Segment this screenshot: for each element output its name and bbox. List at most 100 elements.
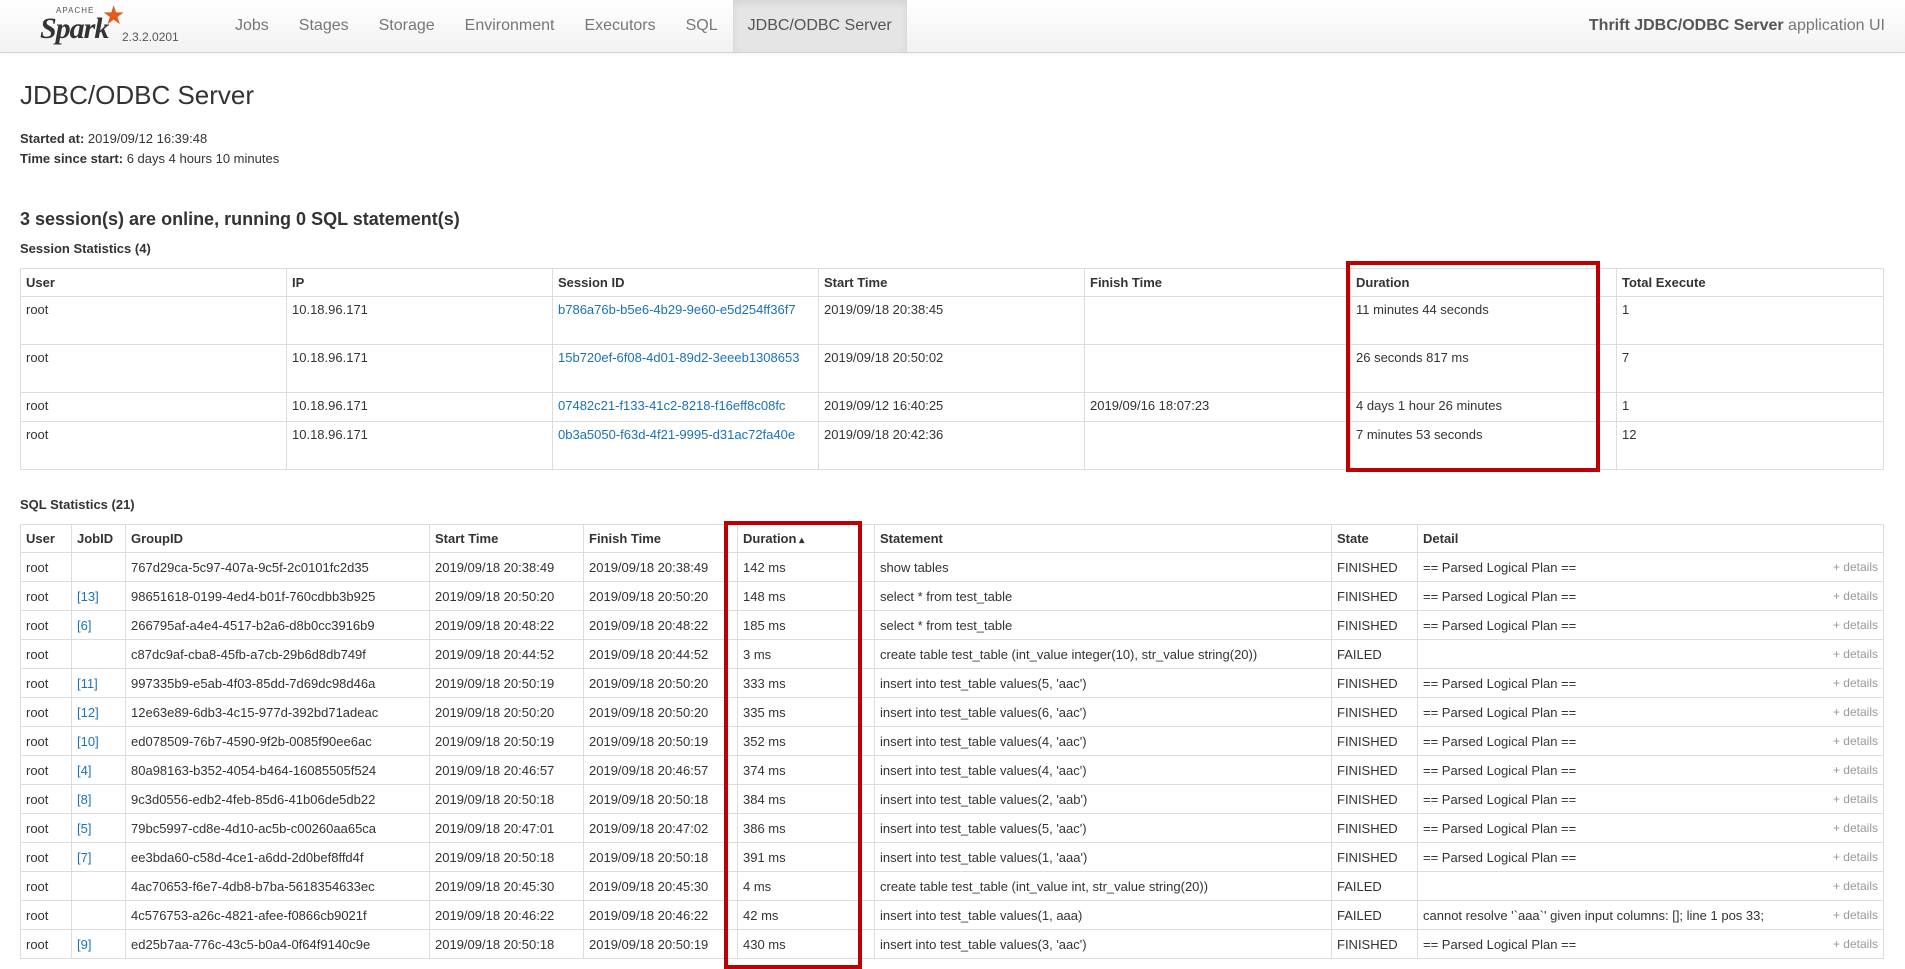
nav-environment[interactable]: Environment xyxy=(450,0,570,52)
sql-jobid-link[interactable]: [12] xyxy=(77,705,99,720)
session-row: root 10.18.96.171 15b720ef-6f08-4d01-89d2-… xyxy=(20,344,1884,393)
details-toggle-link[interactable]: + details xyxy=(1833,734,1878,748)
sql-statement: insert into test_table values(2, 'aab') xyxy=(880,791,1088,807)
details-toggle-link[interactable]: + details xyxy=(1833,676,1878,690)
sql-finish-time: 2019/09/18 20:50:20 xyxy=(589,704,709,720)
session-ip: 10.18.96.171 xyxy=(292,350,368,365)
sql-start-time: 2019/09/18 20:45:30 xyxy=(435,878,555,894)
session-id-link[interactable]: 07482c21-f133-41c2-8218-f16eff8c08fc xyxy=(558,398,785,413)
sql-start-time-cell: 2019/09/18 20:44:52 xyxy=(429,639,584,669)
sql-jobid-link[interactable]: [11] xyxy=(77,676,98,691)
sql-jobid-link[interactable]: [6] xyxy=(77,618,91,633)
sql-detail-cell: + details cannot resolve '`aaa`' given in… xyxy=(1417,900,1884,930)
details-toggle-link[interactable]: + details xyxy=(1833,763,1878,777)
session-col-ip[interactable]: IP xyxy=(286,268,553,297)
spark-logo[interactable]: APACHE Spark ★ 2.3.2.0201 xyxy=(38,0,188,48)
sql-state-cell: FINISHED xyxy=(1331,697,1418,727)
sql-finish-time-cell: 2019/09/18 20:50:20 xyxy=(583,581,738,611)
sql-jobid-link[interactable]: [5] xyxy=(77,821,91,836)
nav-stages[interactable]: Stages xyxy=(284,0,364,52)
sql-finish-time: 2019/09/18 20:48:22 xyxy=(589,617,709,633)
session-col-total-execute[interactable]: Total Execute xyxy=(1616,268,1884,297)
details-toggle-link[interactable]: + details xyxy=(1833,850,1878,864)
sql-statement-cell: insert into test_table values(4, 'aac') xyxy=(874,755,1332,785)
nav-jobs[interactable]: Jobs xyxy=(220,0,284,52)
sql-col-detail[interactable]: Detail xyxy=(1417,524,1884,553)
sql-jobid-link-cell: [10] xyxy=(71,726,126,756)
sql-detail-cell: + details xyxy=(1417,871,1884,901)
session-stats-title[interactable]: Session Statistics (4) xyxy=(20,241,151,256)
sql-statement-cell: create table test_table (int_value integ… xyxy=(874,639,1332,669)
sql-user: root xyxy=(26,849,49,865)
sql-finish-time-cell: 2019/09/18 20:50:18 xyxy=(583,784,738,814)
details-toggle-link[interactable]: + details xyxy=(1833,937,1878,951)
details-toggle-link[interactable]: + details xyxy=(1833,792,1878,806)
details-toggle-link[interactable]: + details xyxy=(1833,589,1878,603)
sql-statement-cell: insert into test_table values(2, 'aab') xyxy=(874,784,1332,814)
sql-state-cell: FINISHED xyxy=(1331,552,1418,582)
session-id-link[interactable]: 15b720ef-6f08-4d01-89d2-3eeeb1308653 xyxy=(558,350,799,365)
session-ip: 10.18.96.171 xyxy=(292,302,368,317)
sql-finish-time-cell: 2019/09/18 20:46:57 xyxy=(583,755,738,785)
session-col-start-time[interactable]: Start Time xyxy=(818,268,1085,297)
session-start-time-cell: 2019/09/18 20:42:36 xyxy=(818,421,1085,470)
sql-jobid-link-cell: [11] xyxy=(71,668,126,698)
details-toggle-link[interactable]: + details xyxy=(1833,821,1878,835)
sql-jobid-link[interactable]: [8] xyxy=(77,792,91,807)
session-ip-cell: 10.18.96.171 xyxy=(286,296,553,345)
session-id-link[interactable]: b786a76b-b5e6-4b29-9e60-e5d254ff36f7 xyxy=(558,302,796,317)
sql-groupid-cell: 12e63e89-6db3-4c15-977d-392bd71adeac xyxy=(125,697,430,727)
sql-state-cell: FINISHED xyxy=(1331,668,1418,698)
sql-user: root xyxy=(26,907,49,923)
details-toggle-link[interactable]: + details xyxy=(1833,908,1878,922)
sql-col-finish-time[interactable]: Finish Time xyxy=(583,524,738,553)
main-nav: Jobs Stages Storage Environment Executor… xyxy=(220,0,907,52)
session-user: root xyxy=(26,427,49,442)
nav-sql[interactable]: SQL xyxy=(671,0,733,52)
sql-user-cell: root xyxy=(20,842,72,872)
sql-jobid-link[interactable]: [9] xyxy=(77,937,91,952)
sql-statement: select * from test_table xyxy=(880,617,1013,633)
session-id-link[interactable]: 0b3a5050-f63d-4f21-9995-d31ac72fa40e xyxy=(558,427,795,442)
sql-col-statement[interactable]: Statement xyxy=(874,524,1332,553)
sql-jobid-link[interactable]: [4] xyxy=(77,763,91,778)
sql-groupid-cell: 4ac70653-f6e7-4db8-b7ba-5618354633ec xyxy=(125,871,430,901)
nav-jdbc-odbc-server[interactable]: JDBC/ODBC Server xyxy=(732,0,907,52)
session-col-finish-time[interactable]: Finish Time xyxy=(1084,268,1351,297)
details-toggle-link[interactable]: + details xyxy=(1833,879,1878,893)
sql-col-groupid[interactable]: GroupID xyxy=(125,524,430,553)
sql-finish-time: 2019/09/18 20:38:49 xyxy=(589,559,709,575)
app-title: Thrift JDBC/ODBC Server application UI xyxy=(1589,0,1885,52)
nav-executors[interactable]: Executors xyxy=(569,0,670,52)
session-ip: 10.18.96.171 xyxy=(292,398,368,413)
details-toggle-link[interactable]: + details xyxy=(1833,560,1878,574)
started-at: Started at: 2019/09/12 16:39:48 xyxy=(20,131,207,146)
sql-detail-cell: + details == Parsed Logical Plan == xyxy=(1417,929,1884,959)
sql-jobid-link[interactable]: [13] xyxy=(77,589,99,604)
details-toggle-link[interactable]: + details xyxy=(1833,647,1878,661)
sql-finish-time-cell: 2019/09/18 20:45:30 xyxy=(583,871,738,901)
sql-user-cell: root xyxy=(20,755,72,785)
session-col-user[interactable]: User xyxy=(20,268,287,297)
sql-jobid-link-cell xyxy=(71,900,126,930)
details-toggle-link[interactable]: + details xyxy=(1833,705,1878,719)
sql-stats-title[interactable]: SQL Statistics (21) xyxy=(20,497,135,512)
sql-jobid-link[interactable]: [10] xyxy=(77,734,99,749)
sql-state: FINISHED xyxy=(1337,762,1398,778)
sql-state: FINISHED xyxy=(1337,675,1398,691)
sql-statement: insert into test_table values(4, 'aac') xyxy=(880,762,1087,778)
sql-state-cell: FINISHED xyxy=(1331,784,1418,814)
session-finish-time-cell: 2019/09/16 18:07:23 xyxy=(1084,392,1351,422)
session-col-session-id[interactable]: Session ID xyxy=(552,268,819,297)
sql-col-jobid[interactable]: JobID xyxy=(71,524,126,553)
details-toggle-link[interactable]: + details xyxy=(1833,618,1878,632)
sql-col-state[interactable]: State xyxy=(1331,524,1418,553)
sql-jobid-link[interactable]: [7] xyxy=(77,850,91,865)
nav-storage[interactable]: Storage xyxy=(364,0,450,52)
sql-finish-time-cell: 2019/09/18 20:47:02 xyxy=(583,813,738,843)
sql-start-time-cell: 2019/09/18 20:46:22 xyxy=(429,900,584,930)
sql-finish-time: 2019/09/18 20:50:18 xyxy=(589,849,709,865)
sql-col-user[interactable]: User xyxy=(20,524,72,553)
sql-col-start-time[interactable]: Start Time xyxy=(429,524,584,553)
sql-statement-cell: select * from test_table xyxy=(874,610,1332,640)
